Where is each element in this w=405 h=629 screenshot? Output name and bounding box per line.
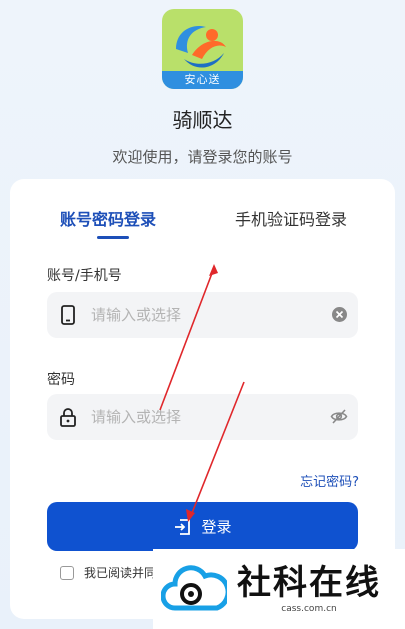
account-field[interactable] — [47, 292, 358, 338]
account-label: 账号/手机号 — [47, 268, 122, 284]
forgot-password-link[interactable]: 忘记密码? — [300, 471, 359, 490]
watermark-title: 社科在线 — [237, 563, 381, 603]
login-button-label: 登录 — [201, 518, 232, 536]
agreement-text: 我已阅读并同 — [84, 566, 157, 580]
login-button[interactable]: 登录 — [47, 502, 358, 551]
password-label: 密码 — [47, 372, 75, 388]
clear-icon[interactable] — [331, 306, 348, 323]
watermark-badge: 社科在线 cass.com.cn — [153, 549, 405, 629]
account-input[interactable] — [91, 292, 321, 338]
welcome-text: 欢迎使用，请登录您的账号 — [112, 148, 293, 166]
lock-icon — [60, 408, 76, 427]
app-name: 骑顺达 — [172, 108, 233, 132]
phone-icon — [61, 305, 75, 325]
eye-off-icon[interactable] — [330, 408, 348, 425]
tab-sms-login[interactable]: 手机验证码登录 — [235, 206, 347, 230]
app-logo: 安心送 — [162, 9, 243, 89]
agreement-checkbox[interactable] — [60, 565, 74, 580]
password-input[interactable] — [91, 394, 321, 440]
login-icon — [175, 518, 191, 535]
cloud-logo-icon — [161, 565, 227, 611]
password-field[interactable] — [47, 394, 358, 440]
tab-password-login[interactable]: 账号密码登录 — [60, 206, 156, 230]
watermark-url: cass.com.cn — [281, 604, 337, 614]
agreement-row: 我已阅读并同 — [60, 564, 156, 581]
active-tab-indicator — [97, 236, 129, 239]
logo-band-text: 安心送 — [162, 71, 243, 89]
